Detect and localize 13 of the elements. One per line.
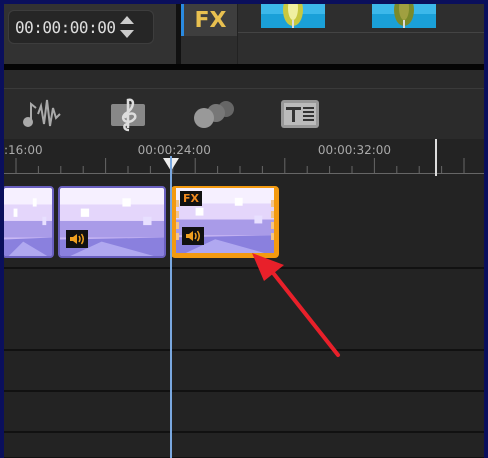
ruler-time-label: 00:00:32:00 [318,143,392,157]
title-text-icon[interactable] [281,100,319,128]
music-clef-icon[interactable] [109,96,147,132]
ruler-time-label: :16:00 [4,143,43,157]
circles-icon[interactable] [192,99,236,129]
ruler-time-label: 00:00:24:00 [138,143,211,157]
video-clip[interactable]: FX [171,186,279,258]
spin-arrows-icon[interactable] [119,14,136,40]
fx-badge: FX [180,190,202,206]
time-ruler[interactable]: :16:00 00:00:24:00 00:00:32:00 [4,139,484,176]
video-clip[interactable] [4,186,54,258]
timecode-field[interactable]: 00:00:00:00 [8,10,154,44]
fx-tab[interactable]: FX [181,4,237,36]
